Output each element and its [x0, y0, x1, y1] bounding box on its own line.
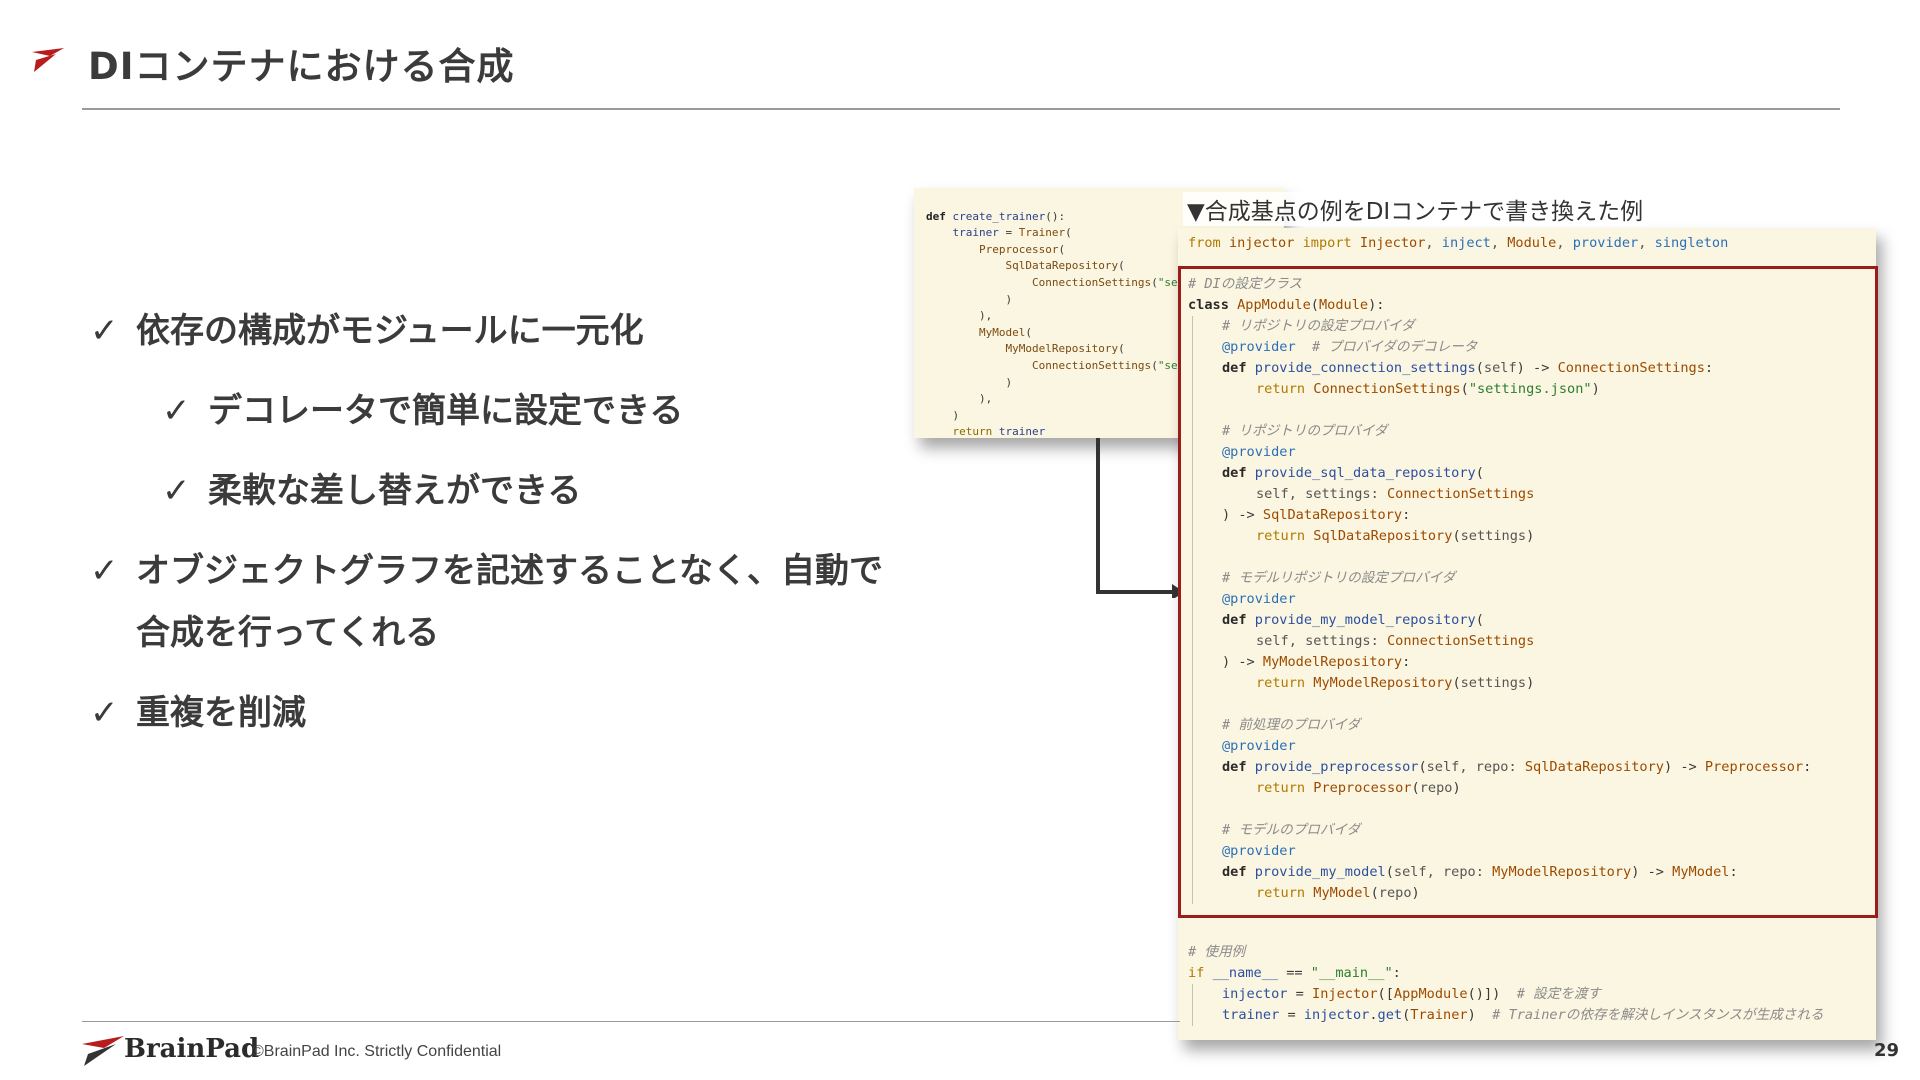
bullet-text: オブジェクトグラフを記述することなく、自動で合成を行ってくれる — [136, 551, 883, 653]
bullet-item: ✓ 重複を削減 — [90, 682, 910, 744]
bullet-list: ✓ 依存の構成がモジュールに一元化 ✓ デコレータで簡単に設定できる ✓ 柔軟な… — [90, 300, 910, 744]
flow-arrow-icon — [1096, 438, 1184, 598]
code-line: from injector import Injector, inject, M… — [1188, 235, 1729, 251]
bullet-text: 重複を削減 — [136, 693, 306, 733]
check-icon: ✓ — [162, 391, 191, 431]
bullet-item: ✓ 依存の構成がモジュールに一元化 — [90, 300, 910, 362]
footer-logo-text: BrainPad — [124, 1034, 260, 1064]
page-number: 29 — [1874, 1040, 1900, 1061]
bullet-text: 柔軟な差し替えができる — [208, 471, 582, 511]
app-module-highlight — [1178, 266, 1878, 918]
code-line: injector = Injector([AppModule()]) # 設定を… — [1222, 986, 1602, 1002]
check-icon: ✓ — [90, 311, 119, 351]
brainpad-mark-icon — [32, 48, 64, 72]
code-line: if __name__ == "__main__": — [1188, 965, 1401, 981]
brainpad-logo-icon — [82, 1036, 124, 1066]
sub-bullet-item: ✓ 柔軟な差し替えができる — [162, 460, 910, 522]
bullet-item: ✓ オブジェクトグラフを記述することなく、自動で合成を行ってくれる — [90, 540, 896, 664]
footer-divider — [82, 1021, 1180, 1022]
code-caption: ▼合成基点の例をDIコンテナで書き換えた例 — [1183, 192, 1648, 226]
check-icon: ✓ — [90, 693, 119, 733]
bullet-text: デコレータで簡単に設定できる — [208, 391, 684, 431]
check-icon: ✓ — [162, 471, 191, 511]
indent-guide — [1192, 984, 1193, 1026]
page-title: DIコンテナにおける合成 — [88, 45, 515, 88]
copyright-text: ©BrainPad Inc. Strictly Confidential — [252, 1043, 502, 1060]
code-line: trainer = injector.get(Trainer) # Traine… — [1222, 1007, 1824, 1023]
bullet-text: 依存の構成がモジュールに一元化 — [136, 311, 644, 351]
code-line: # 使用例 — [1188, 944, 1246, 960]
header-divider — [82, 108, 1840, 110]
sub-bullet-item: ✓ デコレータで簡単に設定できる — [162, 380, 910, 442]
check-icon: ✓ — [90, 551, 119, 591]
